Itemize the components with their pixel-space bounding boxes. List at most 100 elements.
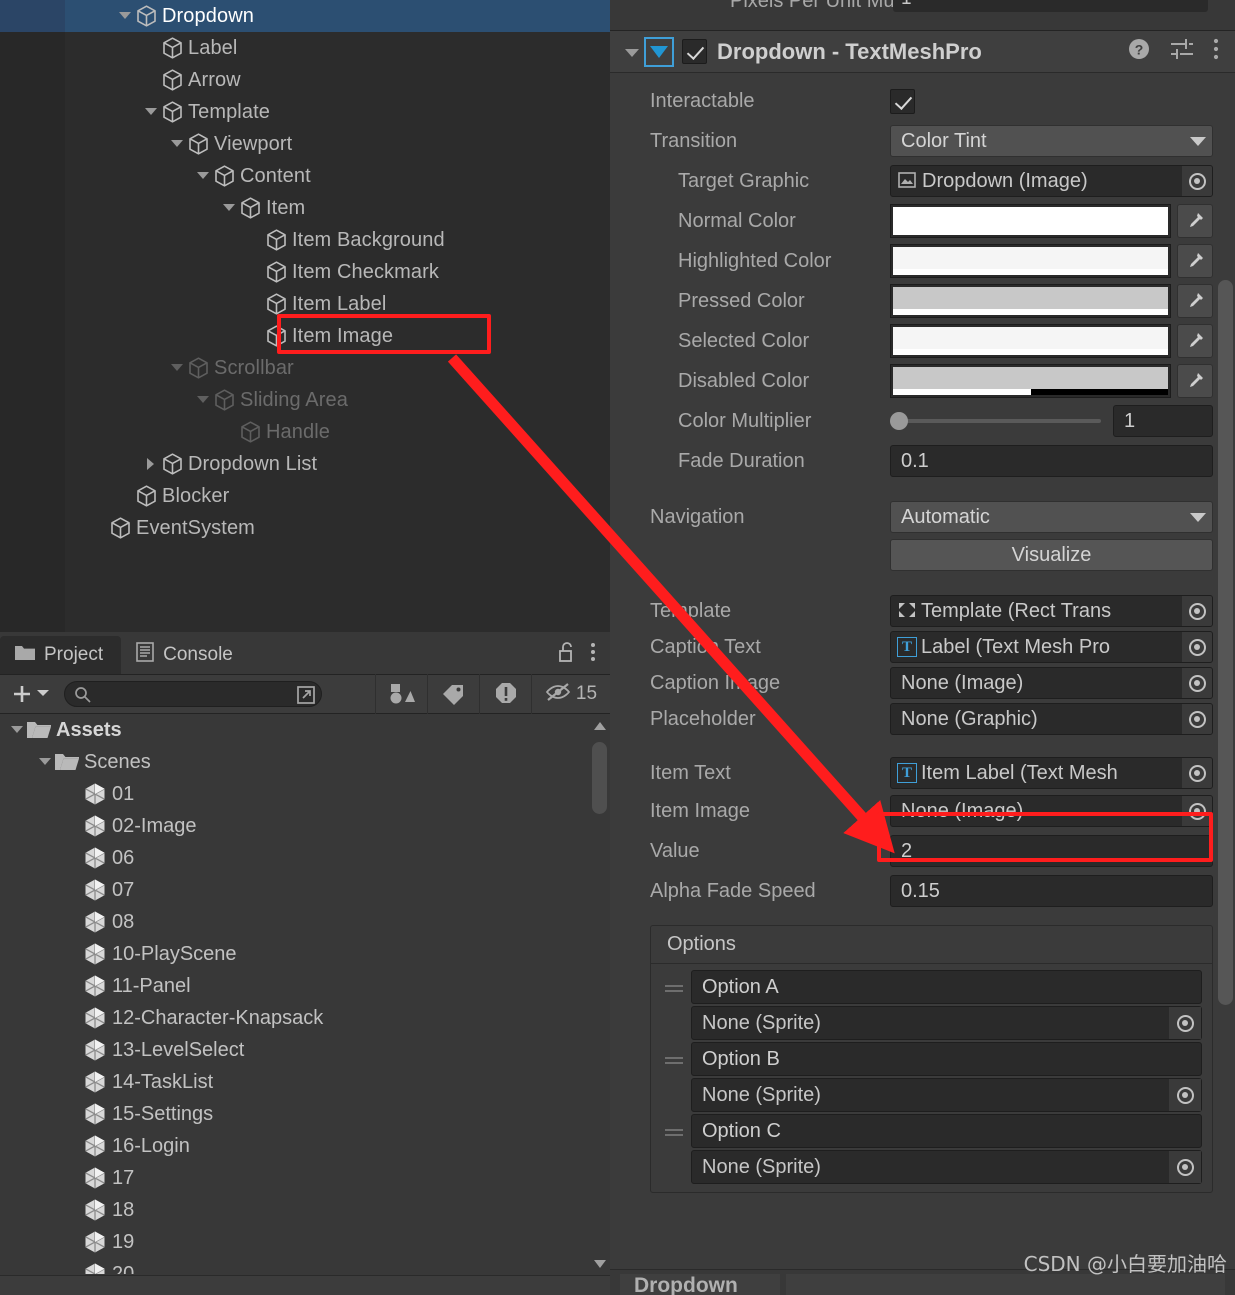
project-item-20[interactable]: 20 xyxy=(0,1258,610,1274)
field-disabled-color[interactable]: Disabled Color xyxy=(610,361,1235,401)
field-pressed-color[interactable]: Pressed Color xyxy=(610,281,1235,321)
color-multiplier-slider[interactable] xyxy=(890,412,1101,430)
hierarchy-item-template[interactable]: Template xyxy=(0,96,610,128)
tab-project[interactable]: Project xyxy=(0,636,122,674)
field-item-text[interactable]: Item Text T Item Label (Text Mesh xyxy=(610,755,1235,791)
selected-color-swatch[interactable] xyxy=(890,324,1171,358)
hierarchy-item-handle[interactable]: Handle xyxy=(0,416,610,448)
caption-image-objectfield[interactable]: None (Image) xyxy=(890,667,1213,699)
project-item-17[interactable]: 17 xyxy=(0,1162,610,1194)
hierarchy-item-sliding-area[interactable]: Sliding Area xyxy=(0,384,610,416)
object-picker-icon[interactable] xyxy=(1182,632,1212,662)
slider-knob[interactable] xyxy=(890,412,908,430)
kebab-menu-icon[interactable] xyxy=(1213,38,1219,65)
project-tree[interactable]: Assets Scenes 01 02-Image 06 07 08 10-PlayScene… xyxy=(0,714,610,1274)
field-normal-color[interactable]: Normal Color xyxy=(610,201,1235,241)
alpha-fade-speed-input[interactable]: 0.15 xyxy=(890,875,1213,907)
chevron-down-icon[interactable] xyxy=(36,685,50,703)
target-graphic-objectfield[interactable]: Dropdown (Image) xyxy=(890,165,1213,197)
option-text-input[interactable]: Option C xyxy=(691,1114,1202,1148)
pixels-per-unit-value[interactable]: 1 xyxy=(893,0,1208,12)
hierarchy-item-arrow[interactable]: Arrow xyxy=(0,64,610,96)
project-item-06[interactable]: 06 xyxy=(0,842,610,874)
project-item-15-settings[interactable]: 15-Settings xyxy=(0,1098,610,1130)
transition-dropdown[interactable]: Color Tint xyxy=(890,125,1213,157)
object-picker-icon[interactable] xyxy=(1182,758,1212,788)
object-picker-icon[interactable] xyxy=(1169,1151,1201,1183)
field-fade-duration[interactable]: Fade Duration 0.1 xyxy=(610,441,1235,481)
object-picker-icon[interactable] xyxy=(1169,1007,1201,1039)
chevron-right-icon[interactable] xyxy=(142,448,160,480)
field-template[interactable]: Template Template (Rect Trans xyxy=(610,593,1235,629)
option-text-input[interactable]: Option B xyxy=(691,1042,1202,1076)
disabled-color-swatch[interactable] xyxy=(890,364,1171,398)
hierarchy-item-item[interactable]: Item xyxy=(0,192,610,224)
project-item-08[interactable]: 08 xyxy=(0,906,610,938)
kebab-menu-icon[interactable] xyxy=(590,642,596,667)
object-picker-icon[interactable] xyxy=(1169,1079,1201,1111)
normal-color-swatch[interactable] xyxy=(890,204,1171,238)
row-visualize[interactable]: Visualize xyxy=(610,537,1235,573)
project-scrollbar[interactable] xyxy=(591,720,608,1270)
hierarchy-item-label[interactable]: Label xyxy=(0,32,610,64)
warning-icon[interactable] xyxy=(480,674,531,714)
project-item-assets[interactable]: Assets xyxy=(0,714,610,746)
lock-open-icon[interactable] xyxy=(558,641,576,668)
hierarchy-item-viewport[interactable]: Viewport xyxy=(0,128,610,160)
drag-handle-icon[interactable] xyxy=(657,1042,691,1067)
hierarchy-item-item-checkmark[interactable]: Item Checkmark xyxy=(0,256,610,288)
object-picker-icon[interactable] xyxy=(1182,166,1212,196)
hierarchy-item-content[interactable]: Content xyxy=(0,160,610,192)
option-sprite-objectfield[interactable]: None (Sprite) xyxy=(691,1150,1202,1184)
open-in-new-icon[interactable] xyxy=(295,684,317,711)
project-item-10-playscene[interactable]: 10-PlayScene xyxy=(0,938,610,970)
search-box[interactable] xyxy=(64,681,322,707)
option-sprite-objectfield[interactable]: None (Sprite) xyxy=(691,1078,1202,1112)
component-header-dropdown[interactable]: Dropdown - TextMeshPro ? xyxy=(610,31,1235,73)
project-item-07[interactable]: 07 xyxy=(0,874,610,906)
chevron-down-icon[interactable] xyxy=(194,160,212,192)
chevron-down-icon[interactable] xyxy=(116,0,134,32)
visualize-button[interactable]: Visualize xyxy=(890,539,1213,571)
field-navigation[interactable]: Navigation Automatic xyxy=(610,497,1235,537)
field-placeholder[interactable]: Placeholder None (Graphic) xyxy=(610,701,1235,737)
template-objectfield[interactable]: Template (Rect Trans xyxy=(890,595,1213,627)
eyedropper-icon[interactable] xyxy=(1177,204,1213,238)
placeholder-objectfield[interactable]: None (Graphic) xyxy=(890,703,1213,735)
field-caption-text[interactable]: Caption Text T Label (Text Mesh Pro xyxy=(610,629,1235,665)
drag-handle-icon[interactable] xyxy=(657,970,691,995)
tag-icon[interactable] xyxy=(428,674,479,714)
field-color-multiplier[interactable]: Color Multiplier 1 xyxy=(610,401,1235,441)
field-transition[interactable]: Transition Color Tint xyxy=(610,121,1235,161)
field-caption-image[interactable]: Caption Image None (Image) xyxy=(610,665,1235,701)
object-picker-icon[interactable] xyxy=(1182,704,1212,734)
preset-sliders-icon[interactable] xyxy=(1169,37,1195,66)
project-item-02-image[interactable]: 02-Image xyxy=(0,810,610,842)
add-asset-button[interactable] xyxy=(0,682,58,706)
project-item-12-character-knapsack[interactable]: 12-Character-Knapsack xyxy=(0,1002,610,1034)
drag-handle-icon[interactable] xyxy=(657,1114,691,1139)
interactable-checkbox[interactable] xyxy=(890,88,915,114)
highlighted-color-swatch[interactable] xyxy=(890,244,1171,278)
component-enabled-checkbox[interactable] xyxy=(682,39,707,64)
chevron-down-icon[interactable] xyxy=(142,96,160,128)
project-tabbar[interactable]: Project Console xyxy=(0,632,610,674)
project-toolbar[interactable]: 15 xyxy=(0,674,610,714)
chevron-down-icon[interactable] xyxy=(8,714,26,746)
chevron-down-icon[interactable] xyxy=(194,384,212,416)
hierarchy-item-dropdown[interactable]: Dropdown xyxy=(0,0,610,32)
field-alpha-fade-speed[interactable]: Alpha Fade Speed 0.15 xyxy=(610,871,1235,911)
object-picker-icon[interactable] xyxy=(1182,668,1212,698)
field-highlighted-color[interactable]: Highlighted Color xyxy=(610,241,1235,281)
eyedropper-icon[interactable] xyxy=(1177,284,1213,318)
field-target-graphic[interactable]: Target Graphic Dropdown (Image) xyxy=(610,161,1235,201)
hierarchy-item-blocker[interactable]: Blocker xyxy=(0,480,610,512)
chevron-down-icon[interactable] xyxy=(36,746,54,778)
project-scroll-thumb[interactable] xyxy=(592,742,607,814)
hidden-objects-toggle[interactable]: 15 xyxy=(532,674,610,714)
project-item-19[interactable]: 19 xyxy=(0,1226,610,1258)
chevron-down-icon[interactable] xyxy=(220,192,238,224)
eyedropper-icon[interactable] xyxy=(1177,324,1213,358)
project-item-16-login[interactable]: 16-Login xyxy=(0,1130,610,1162)
chevron-down-icon[interactable] xyxy=(622,31,644,73)
